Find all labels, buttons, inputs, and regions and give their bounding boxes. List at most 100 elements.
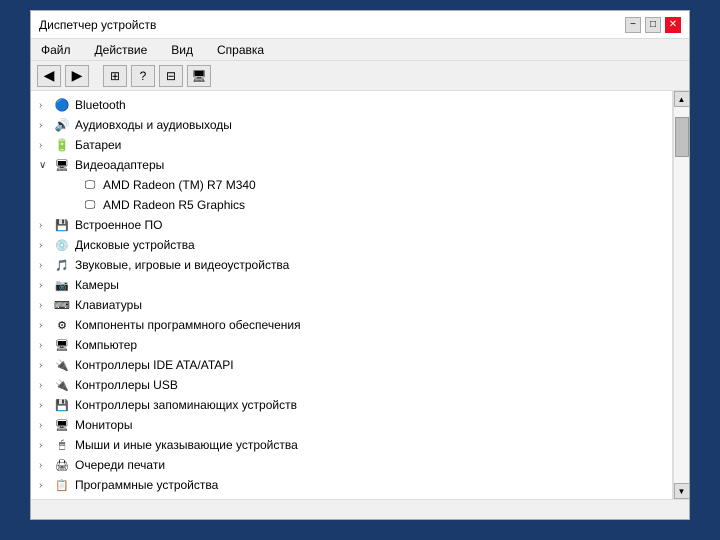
- menu-bar: Файл Действие Вид Справка: [31, 39, 689, 61]
- expand-arrow: ›: [39, 280, 53, 291]
- expand-arrow: ›: [39, 440, 53, 451]
- battery-icon: 🔋: [53, 137, 71, 153]
- list-item[interactable]: › 🖱 Мыши и иные указывающие устройства: [31, 435, 672, 455]
- gpu-icon: 🖵: [81, 177, 99, 193]
- item-label: AMD Radeon R5 Graphics: [103, 198, 245, 212]
- expand-arrow: ›: [39, 300, 53, 311]
- close-button[interactable]: ✕: [665, 17, 681, 33]
- expand-arrow: ›: [39, 260, 53, 271]
- toolbar-btn1[interactable]: ⊞: [103, 65, 127, 87]
- item-label: Контроллеры USB: [75, 378, 178, 392]
- list-item[interactable]: › 🔋 Батареи: [31, 135, 672, 155]
- status-bar: [31, 499, 689, 519]
- vertical-scrollbar[interactable]: ▲ ▼: [673, 91, 689, 499]
- expand-arrow: ›: [39, 120, 53, 131]
- window-controls: − □ ✕: [625, 17, 681, 33]
- display-icon: 🖥: [53, 157, 71, 173]
- item-label: Клавиатуры: [75, 298, 142, 312]
- expand-arrow: ›: [39, 420, 53, 431]
- sound-icon: 🎵: [53, 257, 71, 273]
- toolbar-btn3[interactable]: ⊟: [159, 65, 183, 87]
- firmware-icon: 💾: [53, 217, 71, 233]
- item-label: Батареи: [75, 138, 121, 152]
- list-item[interactable]: › 🎵 Звуковые, игровые и видеоустройства: [31, 255, 672, 275]
- computer-icon: 🖥: [53, 337, 71, 353]
- help-button[interactable]: ?: [131, 65, 155, 87]
- list-item[interactable]: › 🖥 Компьютер: [31, 335, 672, 355]
- device-tree[interactable]: › 🔵 Bluetooth › 🔊 Аудиовходы и аудиовыхо…: [31, 91, 673, 499]
- expand-arrow: ›: [39, 380, 53, 391]
- item-label: Контроллеры запоминающих устройств: [75, 398, 297, 412]
- list-item[interactable]: › 🔵 Bluetooth: [31, 95, 672, 115]
- forward-button[interactable]: ▶: [65, 65, 89, 87]
- list-item[interactable]: › 🖨 Очереди печати: [31, 455, 672, 475]
- list-item[interactable]: › 💿 Дисковые устройства: [31, 235, 672, 255]
- menu-action[interactable]: Действие: [89, 41, 154, 59]
- maximize-button[interactable]: □: [645, 17, 661, 33]
- list-item[interactable]: › ⚙ Компоненты программного обеспечения: [31, 315, 672, 335]
- scroll-thumb[interactable]: [675, 117, 689, 157]
- item-label: Контроллеры IDE ATA/ATAPI: [75, 358, 234, 372]
- expand-arrow: ›: [39, 480, 53, 491]
- expand-arrow: ›: [39, 100, 53, 111]
- toolbar: ◀ ▶ ⊞ ? ⊟ 🖥: [31, 61, 689, 91]
- item-label: Компьютер: [75, 338, 137, 352]
- expand-arrow: ∨: [39, 160, 53, 171]
- item-label: Встроенное ПО: [75, 218, 162, 232]
- title-bar: Диспетчер устройств − □ ✕: [31, 11, 689, 39]
- list-item[interactable]: 🖵 AMD Radeon (TM) R7 M340: [31, 175, 672, 195]
- list-item[interactable]: › 🔌 Контроллеры USB: [31, 375, 672, 395]
- prog-icon: 📋: [53, 477, 71, 493]
- list-item[interactable]: › 🔊 Аудиовходы и аудиовыходы: [31, 115, 672, 135]
- camera-icon: 📷: [53, 277, 71, 293]
- monitor-icon: 🖥: [53, 417, 71, 433]
- item-label: Bluetooth: [75, 98, 126, 112]
- ide-icon: 🔌: [53, 357, 71, 373]
- print-icon: 🖨: [53, 457, 71, 473]
- scroll-down-button[interactable]: ▼: [674, 483, 690, 499]
- back-button[interactable]: ◀: [37, 65, 61, 87]
- expand-arrow: ›: [39, 360, 53, 371]
- list-item[interactable]: › 📋 Программные устройства: [31, 475, 672, 495]
- list-item[interactable]: ∨ 🖥 Видеоадаптеры: [31, 155, 672, 175]
- audio-icon: 🔊: [53, 117, 71, 133]
- item-label: Компоненты программного обеспечения: [75, 318, 301, 332]
- list-item[interactable]: › 🔌 Контроллеры IDE ATA/ATAPI: [31, 355, 672, 375]
- item-label: Очереди печати: [75, 458, 165, 472]
- item-label: Аудиовходы и аудиовыходы: [75, 118, 232, 132]
- menu-help[interactable]: Справка: [211, 41, 270, 59]
- list-item[interactable]: › ⌨ Клавиатуры: [31, 295, 672, 315]
- list-item[interactable]: › 💾 Контроллеры запоминающих устройств: [31, 395, 672, 415]
- minimize-button[interactable]: −: [625, 17, 641, 33]
- expand-arrow: ›: [39, 460, 53, 471]
- list-item[interactable]: › 🖥 Мониторы: [31, 415, 672, 435]
- expand-arrow: ›: [39, 400, 53, 411]
- bluetooth-icon: 🔵: [53, 97, 71, 113]
- menu-file[interactable]: Файл: [35, 41, 77, 59]
- gpu-icon: 🖵: [81, 197, 99, 213]
- menu-view[interactable]: Вид: [165, 41, 199, 59]
- device-manager-window: Диспетчер устройств − □ ✕ Файл Действие …: [30, 10, 690, 520]
- item-label: Дисковые устройства: [75, 238, 195, 252]
- item-label: Видеоадаптеры: [75, 158, 164, 172]
- expand-arrow: ›: [39, 320, 53, 331]
- expand-arrow: ›: [39, 340, 53, 351]
- item-label: Мыши и иные указывающие устройства: [75, 438, 298, 452]
- scroll-up-button[interactable]: ▲: [674, 91, 690, 107]
- usb-icon: 🔌: [53, 377, 71, 393]
- item-label: Звуковые, игровые и видеоустройства: [75, 258, 289, 272]
- list-item[interactable]: 🖵 AMD Radeon R5 Graphics: [31, 195, 672, 215]
- item-label: Программные устройства: [75, 478, 218, 492]
- storage-icon: 💾: [53, 397, 71, 413]
- disk-icon: 💿: [53, 237, 71, 253]
- window-title: Диспетчер устройств: [39, 18, 156, 32]
- item-label: Мониторы: [75, 418, 132, 432]
- item-label: Камеры: [75, 278, 119, 292]
- list-item[interactable]: › 📷 Камеры: [31, 275, 672, 295]
- expand-arrow: ›: [39, 140, 53, 151]
- content-area: › 🔵 Bluetooth › 🔊 Аудиовходы и аудиовыхо…: [31, 91, 689, 499]
- scroll-track[interactable]: [674, 107, 689, 483]
- software-icon: ⚙: [53, 317, 71, 333]
- toolbar-btn4[interactable]: 🖥: [187, 65, 211, 87]
- list-item[interactable]: › 💾 Встроенное ПО: [31, 215, 672, 235]
